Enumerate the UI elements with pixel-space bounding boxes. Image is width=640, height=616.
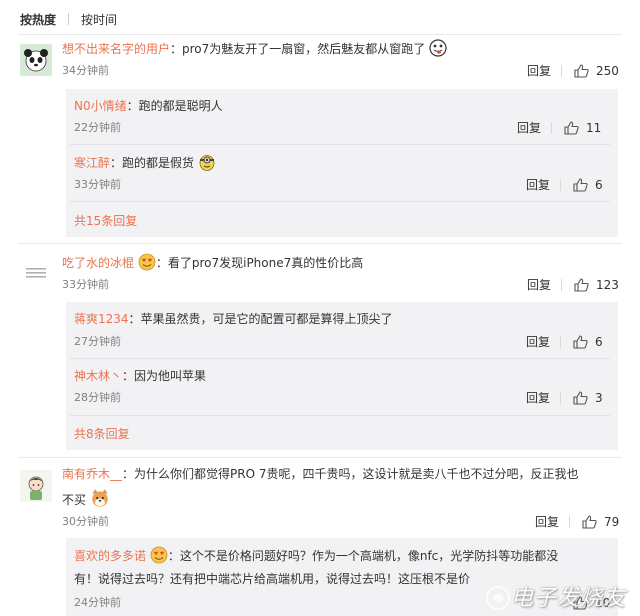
header-divider xyxy=(18,34,622,35)
comment-text: ：看了pro7发现iPhone7真的性价比高 xyxy=(155,256,364,270)
like-count: 123 xyxy=(596,278,619,292)
sort-bar: 按热度 按时间 xyxy=(20,9,117,29)
sort-by-hot-tab[interactable]: 按热度 xyxy=(20,11,56,28)
like-button[interactable]: 6 xyxy=(573,334,603,350)
action-divider xyxy=(569,516,570,528)
comment-line: 想不出来名字的用户：pro7为魅友开了一扇窗，然后魅友都从窗跑了 xyxy=(62,39,447,58)
tongue-face-emoji-icon xyxy=(429,39,447,57)
reply-line: 寒江醉：跑的都是假货 xyxy=(74,153,216,172)
reply-text-continued: 有！说得过去吗？还有把中端芯片给高端机用，说得过去吗！这压根不是价 xyxy=(74,572,471,586)
thumbs-up-icon xyxy=(574,64,589,78)
action-divider xyxy=(561,65,562,77)
reply-username[interactable]: N0小情绪 xyxy=(74,99,127,113)
watermark-logo: 电子发烧友 xyxy=(485,580,626,612)
comment-time: 30分钟前 xyxy=(62,515,109,528)
minion-emoji-icon xyxy=(199,155,215,171)
reply-button[interactable]: 回复 xyxy=(526,177,550,193)
like-button[interactable]: 79 xyxy=(582,514,619,530)
like-button[interactable]: 123 xyxy=(574,277,619,293)
action-divider xyxy=(560,336,561,348)
reply-button[interactable]: 回复 xyxy=(517,120,541,136)
thumbs-up-icon xyxy=(573,391,588,405)
reply-divider xyxy=(70,201,610,202)
like-count: 6 xyxy=(595,335,603,349)
like-button[interactable]: 6 xyxy=(573,177,603,193)
reply-line: N0小情绪：跑的都是聪明人 xyxy=(74,97,223,115)
reply-text: ：跑的都是聪明人 xyxy=(126,99,223,113)
comment-time: 34分钟前 xyxy=(62,64,109,77)
like-button[interactable]: 3 xyxy=(573,390,603,406)
heart-eyes-emoji-icon xyxy=(138,253,156,271)
thumbs-up-icon xyxy=(564,121,579,135)
avatar[interactable] xyxy=(20,256,52,288)
default-avatar-icon xyxy=(20,256,52,288)
reply-text: ：因为他叫苹果 xyxy=(122,369,207,383)
comment-divider xyxy=(18,457,622,458)
reply-username[interactable]: 蒋爽1234 xyxy=(74,312,129,326)
like-count: 11 xyxy=(586,121,602,135)
like-count: 79 xyxy=(604,515,620,529)
comment-line: 吃了水的冰棍 ：看了pro7发现iPhone7真的性价比高 xyxy=(62,253,363,272)
comment-line: 南有乔木__：为什么你们都觉得PRO 7贵呢，四千贵吗，这设计就是卖八千也不过分… xyxy=(62,465,579,483)
reply-divider xyxy=(70,144,610,145)
sort-by-time-tab[interactable]: 按时间 xyxy=(81,11,117,28)
reply-line-continued: 有！说得过去吗？还有把中端芯片给高端机用，说得过去吗！这压根不是价 xyxy=(74,570,470,588)
reply-line: 蒋爽1234：苹果虽然贵，可是它的配置可都是算得上顶尖了 xyxy=(74,310,393,328)
cartoon-boy-avatar-icon xyxy=(20,470,52,502)
action-divider xyxy=(551,122,552,134)
comment-text: ：为什么你们都觉得PRO 7贵呢，四千贵吗，这设计就是卖八千也不过分吧，反正我也 xyxy=(122,467,579,481)
comment-divider xyxy=(18,243,622,244)
reply-time: 27分钟前 xyxy=(74,335,121,348)
reply-time: 22分钟前 xyxy=(74,121,121,134)
reply-time: 24分钟前 xyxy=(74,596,121,609)
heart-eyes-emoji-icon xyxy=(150,546,168,564)
comment-time: 33分钟前 xyxy=(62,278,109,291)
like-count: 6 xyxy=(595,178,603,192)
reply-username[interactable]: 寒江醉 xyxy=(74,156,110,170)
thumbs-up-icon xyxy=(573,335,588,349)
avatar[interactable] xyxy=(20,470,52,502)
action-divider xyxy=(560,179,561,191)
watermark-logo-icon xyxy=(485,586,510,610)
panda-avatar-icon xyxy=(20,44,52,76)
like-count: 3 xyxy=(595,391,603,405)
reply-divider xyxy=(70,415,610,416)
reply-button[interactable]: 回复 xyxy=(527,63,551,79)
comment-username[interactable]: 南有乔木__ xyxy=(62,467,122,481)
reply-text: ：苹果虽然贵，可是它的配置可都是算得上顶尖了 xyxy=(128,312,393,326)
reply-text: ：跑的都是假货 xyxy=(110,156,195,170)
reply-text: ：这个不是价格问题好吗？作为一个高端机，像nfc，光学防抖等功能都没 xyxy=(167,549,559,563)
action-divider xyxy=(560,392,561,404)
shiba-dog-emoji-icon xyxy=(92,489,108,507)
reply-time: 28分钟前 xyxy=(74,391,121,404)
reply-line: 神木林丶：因为他叫苹果 xyxy=(74,367,206,385)
action-divider xyxy=(561,279,562,291)
reply-button[interactable]: 回复 xyxy=(526,390,550,406)
comment-text-continued: 不买 xyxy=(62,493,87,507)
show-more-replies-link[interactable]: 共8条回复 xyxy=(74,426,130,442)
avatar[interactable] xyxy=(20,44,52,76)
thumbs-up-icon xyxy=(582,515,597,529)
reply-time: 33分钟前 xyxy=(74,178,121,191)
comment-username[interactable]: 吃了水的冰棍 xyxy=(62,256,134,270)
sort-divider xyxy=(68,13,70,25)
reply-button[interactable]: 回复 xyxy=(535,514,559,530)
reply-button[interactable]: 回复 xyxy=(527,277,551,293)
reply-divider xyxy=(70,358,610,359)
like-count: 250 xyxy=(596,64,619,78)
reply-button[interactable]: 回复 xyxy=(526,334,550,350)
reply-username[interactable]: 神木林丶 xyxy=(74,369,122,383)
reply-line: 喜欢的多多诺 ：这个不是价格问题好吗？作为一个高端机，像nfc，光学防抖等功能都… xyxy=(74,546,558,565)
comment-username[interactable]: 想不出来名字的用户 xyxy=(62,42,170,56)
watermark-text: 电子发烧友 xyxy=(510,586,626,611)
comment-line-continued: 不买 xyxy=(62,488,110,509)
thumbs-up-icon xyxy=(573,178,588,192)
reply-username[interactable]: 喜欢的多多诺 xyxy=(74,549,146,563)
comment-text: ：pro7为魅友开了一扇窗，然后魅友都从窗跑了 xyxy=(170,42,426,56)
show-more-replies-link[interactable]: 共15条回复 xyxy=(74,213,137,229)
thumbs-up-icon xyxy=(574,278,589,292)
like-button[interactable]: 250 xyxy=(574,63,619,79)
like-button[interactable]: 11 xyxy=(564,120,601,136)
